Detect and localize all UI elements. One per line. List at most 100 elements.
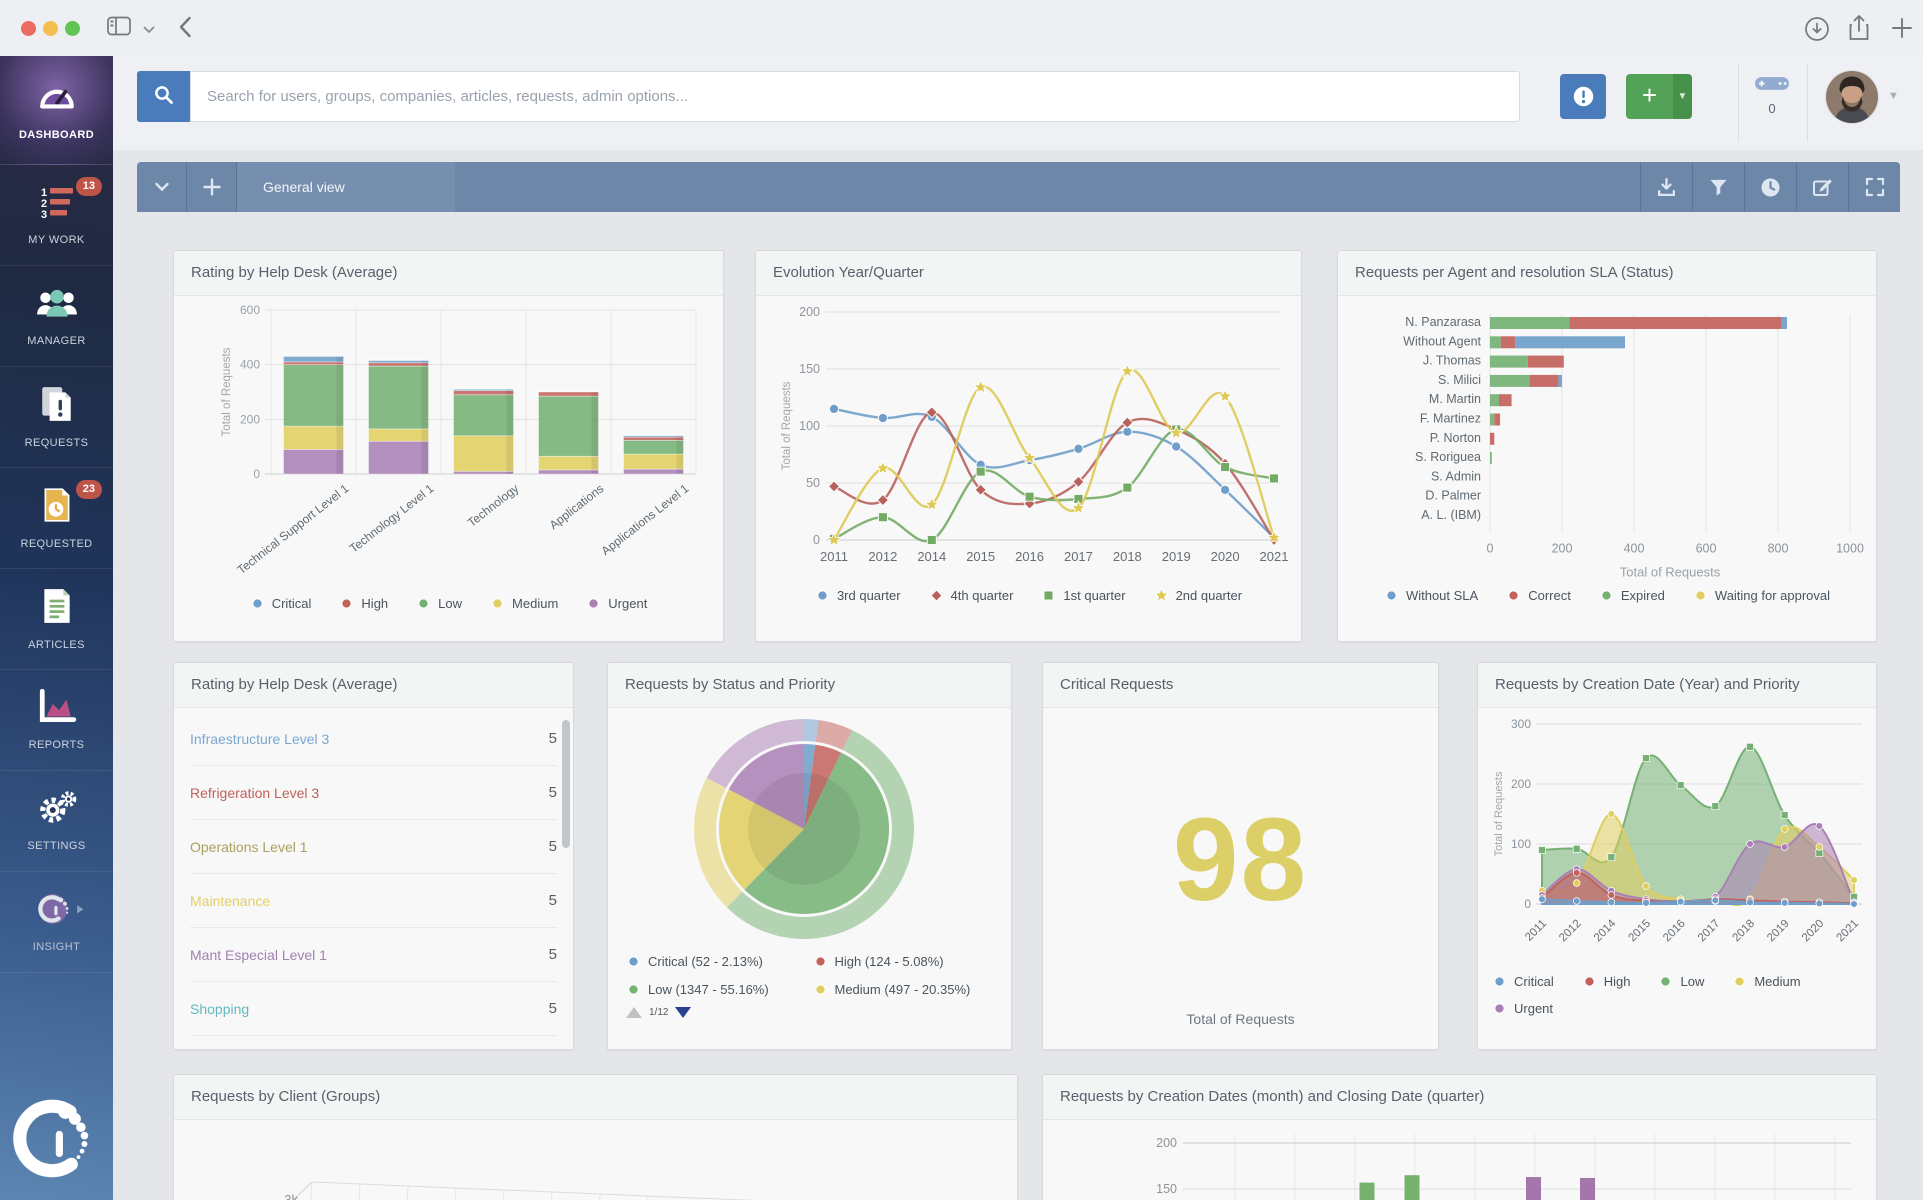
helpdesk-row: Infraestructure Level 3 5 [190,712,557,766]
svg-text:2021: 2021 [1260,549,1289,564]
svg-text:0: 0 [813,533,820,547]
sidebar-item-reports[interactable]: REPORTS [0,670,113,771]
window-minimize-button[interactable] [43,21,58,36]
legend-page-label: 1/12 [649,1007,668,1018]
panel-title: Evolution Year/Quarter [773,264,924,281]
browser-back-button[interactable] [176,14,194,43]
user-menu-chevron-icon[interactable]: ▼ [1888,90,1899,102]
sidebar-item-dashboard[interactable]: DASHBOARD [0,56,113,165]
svg-text:50: 50 [806,476,820,490]
svg-text:Total of Requests: Total of Requests [1620,564,1721,579]
helpdesk-rating-list: Infraestructure Level 3 5 Refrigeration Le… [174,708,573,1050]
plus-icon: + [1626,74,1673,119]
export-button[interactable] [1640,162,1692,212]
helpdesk-link[interactable]: Mant Especial Level 1 [190,947,327,963]
helpdesk-rating-value: 5 [549,730,557,747]
helpdesk-link[interactable]: Maintenance [190,893,270,909]
svg-text:Applications: Applications [547,481,607,532]
svg-text:S. Milici: S. Milici [1438,373,1481,387]
edit-dashboard-button[interactable] [1796,162,1848,212]
history-button[interactable] [1744,162,1796,212]
sidebar-menu-chevron-icon[interactable] [141,20,157,39]
svg-text:200: 200 [1511,777,1531,791]
svg-text:S. Roriguea: S. Roriguea [1415,450,1481,464]
panel-title: Requests per Agent and resolution SLA (S… [1355,264,1674,281]
tab-general-view[interactable]: General view [237,162,455,212]
sidebar-item-insight[interactable]: INSIGHT [0,872,113,973]
plus-icon [202,177,222,197]
panel-requests-per-agent: Requests per Agent and resolution SLA (S… [1337,250,1877,642]
svg-text:200: 200 [1552,541,1573,555]
list-scrollbar[interactable] [562,720,570,848]
sidebar-item-manager[interactable]: MANAGER [0,266,113,367]
sidebar-item-settings[interactable]: SETTINGS [0,771,113,872]
svg-text:150: 150 [799,362,820,376]
fullscreen-button[interactable] [1848,162,1900,212]
legend-item: Critical [1492,974,1554,989]
helpdesk-row: Mant Especial Level 15 [190,928,557,982]
svg-text:200: 200 [240,412,260,426]
articles-icon [40,587,74,630]
browser-downloads-icon[interactable] [1802,14,1832,47]
legend-pager: 1/12 [608,997,1011,1018]
browser-sidebar-toggle-icon[interactable] [105,14,133,41]
create-new-button[interactable]: + ▼ [1626,74,1692,119]
panel-status-priority-pie: Requests by Status and Priority Critical… [607,662,1012,1050]
critical-requests-caption: Total of Requests [1043,1011,1438,1049]
views-collapse-button[interactable] [137,162,187,212]
helpdesk-link[interactable]: Refrigeration Level 3 [190,785,319,801]
info-icon [1572,85,1595,108]
svg-text:F. Martinez: F. Martinez [1420,412,1481,426]
gamification-count: 0 [1751,101,1793,116]
sidebar-item-my-work[interactable]: 123MY WORK13 [0,165,113,266]
legend-prev-icon[interactable] [626,1007,642,1018]
legend-item: Waiting for approval [1693,588,1830,603]
user-avatar[interactable] [1826,71,1878,123]
svg-text:100: 100 [1511,837,1531,851]
chart-legend: 3rd quarter4th quarter1st quarter2nd qua… [756,588,1301,603]
browser-new-tab-icon[interactable] [1888,14,1916,45]
legend-item: 1st quarter [1041,588,1125,603]
svg-text:S. Admin: S. Admin [1431,469,1481,483]
legend-item: High (124 - 5.08%) [813,954,944,969]
sidebar-item-requested[interactable]: REQUESTED23 [0,468,113,569]
svg-text:1000: 1000 [1836,541,1864,555]
dashboard-toolbar: General view [137,162,1900,212]
critical-requests-value: 98 [1043,708,1438,1011]
svg-text:2016: 2016 [1015,549,1044,564]
svg-text:P. Norton: P. Norton [1430,431,1481,445]
dashboard-actions [1640,162,1900,212]
helpdesk-link[interactable]: Infraestructure Level 3 [190,731,329,747]
legend-item: Urgent [1492,1001,1553,1016]
sidebar-item-requests[interactable]: REQUESTS [0,367,113,468]
svg-text:100: 100 [799,419,820,433]
legend-next-icon[interactable] [675,1007,691,1018]
my-work-icon: 123 [37,184,77,225]
header-divider [1738,64,1739,142]
help-button[interactable] [1560,74,1606,119]
search-input[interactable] [190,71,1520,122]
sidebar-item-articles[interactable]: ARTICLES [0,569,113,670]
svg-text:D. Palmer: D. Palmer [1425,489,1481,503]
legend-item: Medium [490,596,558,611]
insight-icon [29,891,85,932]
gamification-widget[interactable]: 0 [1751,72,1793,116]
helpdesk-link[interactable]: Operations Level 1 [190,839,308,855]
window-zoom-button[interactable] [65,21,80,36]
helpdesk-row: Maintenance5 [190,874,557,928]
filter-button[interactable] [1692,162,1744,212]
add-view-button[interactable] [187,162,237,212]
legend-item: High [1582,974,1631,989]
svg-text:800: 800 [1768,541,1789,555]
window-close-button[interactable] [21,21,36,36]
clients-3d-chart: 3kTotal of Requests [174,1120,1017,1200]
browser-share-icon[interactable] [1845,12,1873,47]
filter-icon [1709,178,1728,197]
search-button[interactable] [137,71,190,122]
helpdesk-link[interactable]: Shopping [190,1001,249,1017]
svg-text:400: 400 [240,358,260,372]
chart-legend: Critical (52 - 2.13%)High (124 - 5.08%)L… [608,946,1011,997]
requested-icon [39,486,75,529]
settings-icon [36,790,78,831]
browser-chrome [0,0,1923,57]
